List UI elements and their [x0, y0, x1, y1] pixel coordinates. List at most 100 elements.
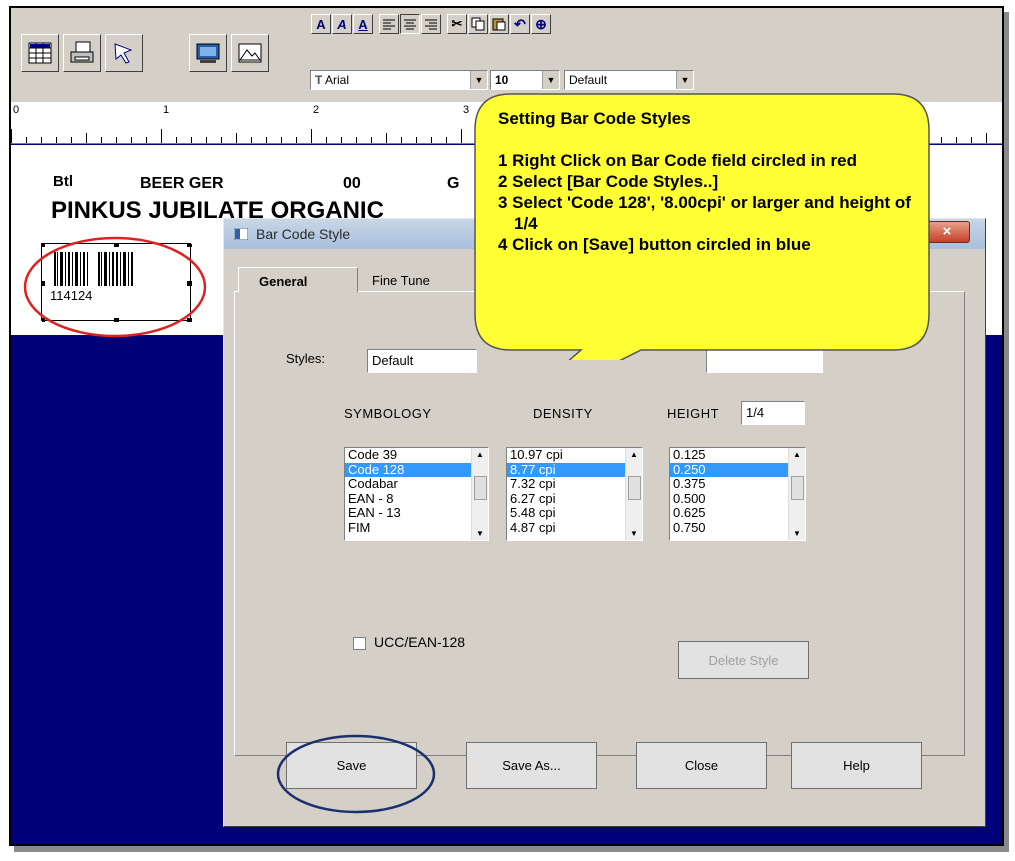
field-code[interactable]: 00: [343, 175, 361, 193]
undo-button[interactable]: ↶: [510, 14, 530, 34]
align-left-button[interactable]: [379, 14, 399, 34]
ruler-tick: [356, 137, 357, 143]
pointer-tool-icon: [114, 43, 133, 64]
font-name-combo[interactable]: T Arial ▼: [310, 70, 488, 90]
ruler-tick: [191, 137, 192, 143]
scissors-icon: ✂: [451, 16, 463, 31]
image-button[interactable]: [189, 34, 227, 72]
callout-step-2: 2 Select [Bar Code Styles..]: [498, 172, 719, 191]
picture-button[interactable]: [231, 34, 269, 72]
field-g[interactable]: G: [447, 175, 459, 193]
underline-button[interactable]: A: [353, 14, 373, 34]
scroll-down-icon[interactable]: ▼: [630, 529, 638, 538]
print-button[interactable]: [63, 34, 101, 72]
styles-combo[interactable]: Default: [367, 349, 477, 373]
ruler-tick: [86, 133, 87, 143]
copy-button[interactable]: [468, 14, 488, 34]
scroll-down-icon[interactable]: ▼: [476, 529, 484, 538]
tab-fine-tune[interactable]: Fine Tune: [358, 271, 458, 291]
ruler-tick: [416, 137, 417, 143]
ruler-tick: [251, 137, 252, 143]
align-center-button[interactable]: [400, 14, 420, 34]
scroll-up-icon[interactable]: ▲: [793, 450, 801, 459]
scroll-thumb[interactable]: [791, 476, 804, 500]
save-as-label: Save As...: [502, 758, 561, 773]
ruler-tick: [446, 137, 447, 143]
ruler-tick: [131, 137, 132, 143]
ruler-tick: [146, 137, 147, 143]
save-as-button[interactable]: Save As...: [466, 742, 597, 789]
density-list[interactable]: 10.97 cpi 8.77 cpi 7.32 cpi 6.27 cpi 5.4…: [506, 447, 643, 541]
list-item[interactable]: 4.87 cpi: [507, 520, 642, 536]
ruler-tick: [221, 137, 222, 143]
close-icon: ×: [942, 223, 952, 240]
height-list[interactable]: 0.125 0.250 0.375 0.500 0.625 0.750 ▲ ▼: [669, 447, 806, 541]
list-scrollbar[interactable]: ▲ ▼: [471, 448, 488, 540]
help-label: Help: [843, 758, 870, 773]
dialog-title: Bar Code Style: [256, 226, 351, 242]
font-size-combo[interactable]: 10 ▼: [490, 70, 560, 90]
chevron-down-icon: ▼: [470, 71, 487, 89]
list-scrollbar[interactable]: ▲ ▼: [625, 448, 642, 540]
list-item[interactable]: EAN - 8: [345, 491, 488, 507]
ruler-tick: [26, 137, 27, 143]
close-button[interactable]: Close: [636, 742, 767, 789]
align-right-button[interactable]: [421, 14, 441, 34]
scroll-thumb[interactable]: [628, 476, 641, 500]
ruler-tick: [386, 133, 387, 143]
italic-button[interactable]: A: [332, 14, 352, 34]
list-item[interactable]: 0.125: [670, 448, 805, 463]
data-sheet-button[interactable]: [21, 34, 59, 72]
ruler-tick: [461, 129, 462, 143]
list-item[interactable]: FIM: [345, 520, 488, 536]
list-item[interactable]: 0.750: [670, 520, 805, 536]
style-combo[interactable]: Default ▼: [564, 70, 694, 90]
delete-style-label: Delete Style: [708, 652, 779, 668]
truetype-icon: T: [315, 73, 323, 87]
help-button[interactable]: Help: [791, 742, 922, 789]
zoom-button[interactable]: ⊕: [531, 14, 551, 34]
scroll-up-icon[interactable]: ▲: [476, 450, 484, 459]
zoom-in-icon: ⊕: [535, 15, 547, 32]
list-item[interactable]: 6.27 cpi: [507, 491, 642, 507]
close-label: Close: [684, 758, 719, 773]
delete-style-button[interactable]: Delete Style: [678, 641, 809, 679]
window-icon: [234, 228, 248, 240]
tab-fine-tune-label: Fine Tune: [372, 273, 430, 288]
list-item[interactable]: 0.500: [670, 491, 805, 507]
scroll-thumb[interactable]: [474, 476, 487, 500]
cut-button[interactable]: ✂: [447, 14, 467, 34]
field-beer[interactable]: BEER GER: [140, 175, 224, 193]
list-scrollbar[interactable]: ▲ ▼: [788, 448, 805, 540]
align-right-icon: [425, 19, 437, 30]
callout-text: Setting Bar Code Styles 1 Right Click on…: [498, 108, 928, 255]
height-input[interactable]: 1/4: [741, 401, 805, 425]
list-item[interactable]: 5.48 cpi: [507, 505, 642, 521]
list-item-selected[interactable]: 0.250: [670, 462, 805, 477]
list-item-selected[interactable]: Code 128: [345, 462, 488, 477]
list-item[interactable]: 7.32 cpi: [507, 476, 642, 492]
list-item[interactable]: 0.375: [670, 476, 805, 492]
paste-button[interactable]: [489, 14, 509, 34]
ruler-tick: [431, 137, 432, 143]
list-item[interactable]: Codabar: [345, 476, 488, 492]
list-item[interactable]: Code 39: [345, 448, 488, 463]
ruler-tick: [326, 137, 327, 143]
align-left-icon: [383, 19, 395, 30]
list-item[interactable]: 0.625: [670, 505, 805, 521]
symbology-list[interactable]: Code 39 Code 128 Codabar EAN - 8 EAN - 1…: [344, 447, 489, 541]
symbology-header: SYMBOLOGY: [344, 406, 432, 421]
ruler-tick: [956, 137, 957, 143]
scroll-up-icon[interactable]: ▲: [630, 450, 638, 459]
bold-button[interactable]: A: [311, 14, 331, 34]
scroll-down-icon[interactable]: ▼: [793, 529, 801, 538]
pointer-button[interactable]: [105, 34, 143, 72]
ucc-ean-checkbox[interactable]: [353, 637, 366, 650]
tab-general[interactable]: General: [238, 267, 358, 293]
list-item[interactable]: EAN - 13: [345, 505, 488, 521]
list-item[interactable]: 10.97 cpi: [507, 448, 642, 463]
field-btl[interactable]: Btl: [53, 173, 73, 190]
ruler-number: 3: [463, 104, 470, 116]
ruler-tick: [56, 137, 57, 143]
list-item-selected[interactable]: 8.77 cpi: [507, 462, 642, 477]
